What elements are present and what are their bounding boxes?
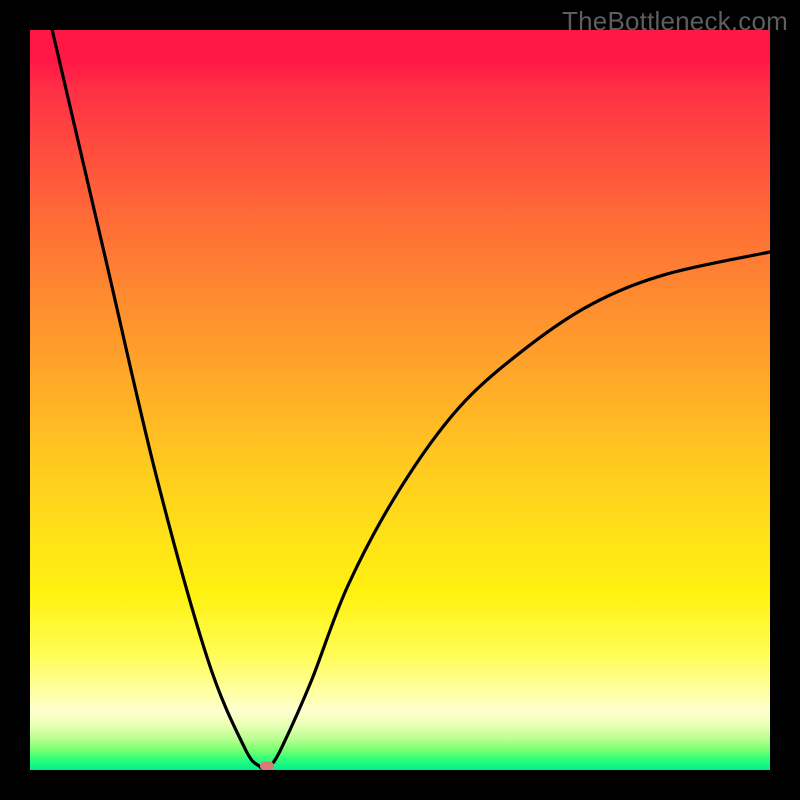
watermark-label: TheBottleneck.com	[562, 6, 788, 37]
optimal-point-marker	[260, 761, 274, 770]
chart-container: TheBottleneck.com	[0, 0, 800, 800]
plot-area	[30, 30, 770, 770]
curve-layer	[30, 30, 770, 770]
bottleneck-curve	[52, 30, 770, 770]
